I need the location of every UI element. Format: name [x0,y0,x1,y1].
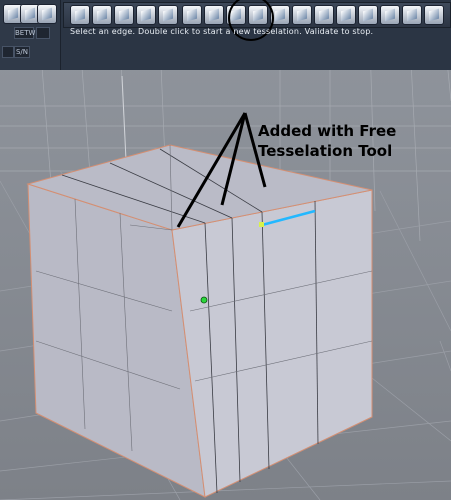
knife-icon[interactable] [314,5,334,25]
toolbar: BETW S/N Select an edge. Double click to… [0,0,451,70]
zoom-icon[interactable] [424,5,444,25]
viewport-3d[interactable]: Added with Free Tesselation Tool [0,40,451,500]
extrude-icon[interactable] [114,5,134,25]
select-icon[interactable] [70,5,90,25]
tesselate-icon[interactable] [204,5,224,25]
edge-point[interactable] [259,222,264,227]
magnet-icon[interactable] [336,5,356,25]
tool-row [63,0,451,41]
scene-canvas[interactable] [0,40,451,500]
cube-icon[interactable] [37,4,57,24]
cube-icon[interactable] [92,5,112,25]
add-point-icon[interactable] [402,5,422,25]
bevel-icon[interactable] [136,5,156,25]
pivot-point[interactable] [200,296,208,304]
betw-button[interactable]: BETW [14,27,35,39]
option-button-2[interactable] [2,46,14,58]
option-button[interactable] [36,27,50,39]
left-panel: BETW S/N [0,0,61,70]
annotation-line-1: Added with Free [258,122,397,140]
modeler-window: Added with Free Tesselation Tool BETW S/… [0,0,451,500]
free-tesselation-icon[interactable] [182,5,202,25]
paint-icon[interactable] [358,5,378,25]
annotation-line-2: Tesselation Tool [258,142,393,160]
sn-button[interactable]: S/N [14,46,30,58]
select-edges-icon[interactable] [380,5,400,25]
sculpt-icon[interactable] [292,5,312,25]
annotation-text: Added with Free Tesselation Tool [258,121,396,161]
status-hint: Select an edge. Double click to start a … [70,27,374,36]
split-icon[interactable] [158,5,178,25]
